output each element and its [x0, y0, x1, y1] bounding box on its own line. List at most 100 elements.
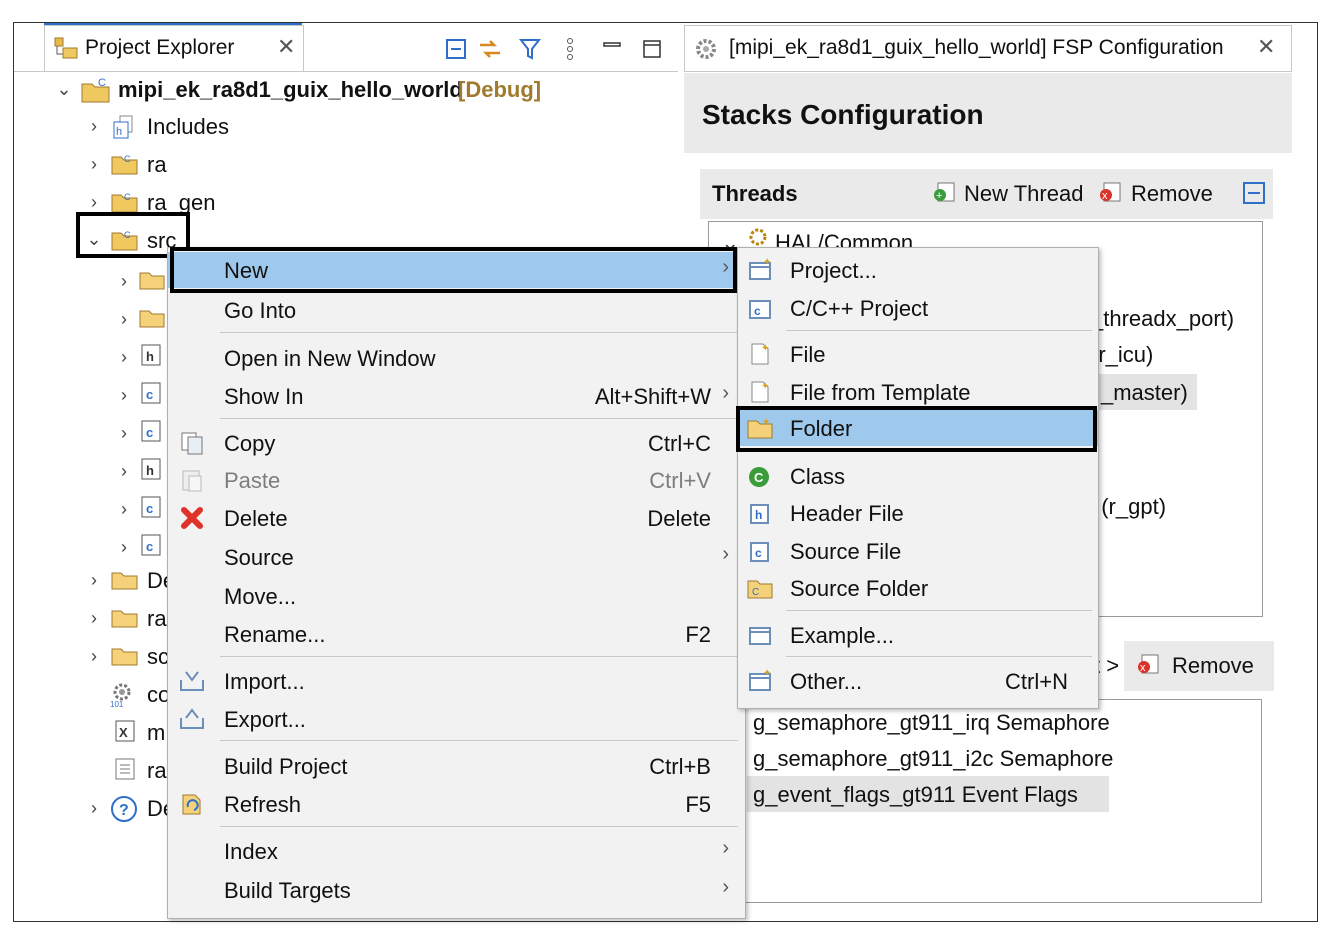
menu-item-label: Export...	[224, 707, 306, 732]
chevron-right-icon[interactable]: ›	[86, 608, 102, 628]
chevron-right-icon[interactable]: ›	[116, 271, 132, 291]
close-icon[interactable]: ✕	[1257, 34, 1275, 60]
menu-item-go-into[interactable]: Go Into	[168, 292, 745, 328]
c-project-icon: C	[80, 77, 112, 110]
chevron-right-icon[interactable]: ›	[116, 347, 132, 367]
menu-item-source[interactable]: Source ›	[168, 539, 745, 575]
tree-item-partial[interactable]: ra	[14, 755, 174, 785]
chevron-down-icon[interactable]: ⌄	[56, 79, 72, 99]
gear-icon: 101	[108, 680, 136, 714]
submenu-item-header-file[interactable]: h Header File	[738, 495, 1098, 531]
menu-item-open-new-window[interactable]: Open in New Window	[168, 340, 745, 376]
filter-icon[interactable]	[516, 35, 544, 63]
menu-item-import[interactable]: Import...	[168, 663, 745, 699]
chevron-right-icon[interactable]: ›	[86, 798, 102, 818]
wizard-icon: ✦	[746, 667, 774, 695]
tree-item-ra[interactable]: › C ra	[14, 149, 614, 179]
menu-item-index[interactable]: Index ›	[168, 833, 745, 869]
menu-item-refresh[interactable]: Refresh F5	[168, 786, 745, 822]
header-file-icon: h	[746, 499, 774, 527]
chevron-right-icon[interactable]: ›	[86, 154, 102, 174]
stack-item-partial[interactable]: / (r_gpt)	[1089, 494, 1166, 520]
tree-item-partial[interactable]: X m	[14, 717, 174, 747]
svg-text:C: C	[752, 587, 759, 598]
new-file-icon: ✦	[746, 378, 774, 406]
submenu-item-project[interactable]: ✦ Project...	[738, 252, 1098, 288]
tree-item-partial[interactable]: › sc	[14, 641, 174, 671]
c-project-icon: c	[746, 294, 774, 322]
menu-item-label: Source	[224, 545, 294, 570]
maximize-icon[interactable]	[638, 35, 666, 63]
menu-item-build-targets[interactable]: Build Targets ›	[168, 872, 745, 908]
chevron-right-icon[interactable]: ›	[86, 116, 102, 136]
submenu-item-source-file[interactable]: c Source File	[738, 533, 1098, 569]
menu-item-label: Open in New Window	[224, 346, 436, 371]
submenu-item-file[interactable]: ✦ File	[738, 336, 1098, 372]
chevron-right-icon[interactable]: ›	[86, 192, 102, 212]
menu-item-label: Delete	[224, 506, 288, 531]
stack-item-partial[interactable]: _threadx_port)	[1091, 306, 1234, 332]
tab-project-explorer[interactable]: Project Explorer ✕	[44, 25, 304, 72]
objects-toolbar: t > x Remove	[1094, 641, 1274, 691]
stack-item-partial[interactable]: (r_icu)	[1091, 342, 1153, 368]
list-item[interactable]: g_event_flags_gt911 Event Flags	[753, 782, 1078, 808]
menu-item-delete[interactable]: Delete Delete	[168, 500, 745, 536]
tree-item-partial[interactable]: › De	[14, 565, 175, 595]
stack-item-partial[interactable]: _master)	[1101, 380, 1188, 406]
svg-text:h: h	[146, 349, 154, 364]
submenu-item-example[interactable]: Example...	[738, 617, 1098, 653]
import-icon	[178, 667, 206, 695]
tree-item-partial[interactable]: › ? De	[14, 793, 175, 823]
submenu-item-cpp-project[interactable]: c C/C++ Project	[738, 290, 1098, 326]
source-file-icon: c	[746, 537, 774, 565]
example-icon	[746, 621, 774, 649]
menu-item-paste[interactable]: Paste Ctrl+V	[168, 462, 745, 498]
chevron-right-icon[interactable]: ›	[116, 499, 132, 519]
remove-object-button[interactable]: Remove	[1172, 653, 1254, 679]
menu-item-show-in[interactable]: Show In Alt+Shift+W ›	[168, 378, 745, 414]
submenu-item-class[interactable]: C Class	[738, 458, 1098, 494]
project-root[interactable]: ⌄ C mipi_ek_ra8d1_guix_hello_world [Debu…	[14, 75, 614, 105]
list-item[interactable]: g_semaphore_gt911_irq Semaphore	[753, 710, 1110, 736]
chevron-right-icon[interactable]: ›	[116, 385, 132, 405]
chevron-right-icon[interactable]: ›	[116, 309, 132, 329]
menu-item-copy[interactable]: Copy Ctrl+C	[168, 425, 745, 461]
menu-item-build-project[interactable]: Build Project Ctrl+B	[168, 748, 745, 784]
menu-item-export[interactable]: Export...	[168, 701, 745, 737]
menu-item-rename[interactable]: Rename... F2	[168, 616, 745, 652]
xml-file-icon: X	[114, 719, 136, 749]
collapse-all-icon[interactable]	[442, 35, 470, 63]
list-item[interactable]: g_semaphore_gt911_i2c Semaphore	[753, 746, 1113, 772]
svg-text:c: c	[146, 539, 153, 554]
chevron-right-icon[interactable]: ›	[86, 570, 102, 590]
chevron-right-icon[interactable]: ›	[86, 646, 102, 666]
stacks-header: Stacks Configuration	[684, 73, 1292, 153]
tree-item-partial[interactable]: 101 co	[14, 679, 174, 709]
submenu-item-source-folder[interactable]: C Source Folder	[738, 570, 1098, 606]
view-menu-icon[interactable]	[556, 35, 584, 63]
link-with-editor-icon[interactable]	[476, 35, 504, 63]
menu-item-label: Build Project	[224, 754, 348, 779]
svg-text:+: +	[936, 190, 942, 202]
menu-separator	[220, 740, 738, 741]
submenu-item-file-from-template[interactable]: ✦ File from Template	[738, 374, 1098, 410]
menu-separator	[220, 656, 738, 657]
copy-icon	[178, 429, 206, 457]
minimize-icon[interactable]	[598, 35, 626, 63]
folder-icon	[138, 269, 166, 297]
submenu-item-other[interactable]: ✦ Other... Ctrl+N	[738, 663, 1098, 699]
chevron-right-icon[interactable]: ›	[116, 461, 132, 481]
chevron-right-icon[interactable]: ›	[116, 423, 132, 443]
menu-item-move[interactable]: Move...	[168, 578, 745, 614]
close-icon[interactable]: ✕	[277, 34, 295, 60]
chevron-right-icon: ›	[722, 543, 729, 565]
collapse-icon[interactable]	[1242, 181, 1266, 211]
tree-item-partial[interactable]: › ra	[14, 603, 174, 633]
tree-item-includes[interactable]: › h Includes	[14, 111, 614, 141]
folder-icon	[110, 607, 140, 635]
chevron-right-icon[interactable]: ›	[116, 537, 132, 557]
project-name: mipi_ek_ra8d1_guix_hello_world	[118, 77, 463, 102]
new-thread-button[interactable]: New Thread	[964, 181, 1083, 207]
remove-thread-button[interactable]: Remove	[1131, 181, 1213, 207]
tab-fsp-configuration[interactable]: [mipi_ek_ra8d1_guix_hello_world] FSP Con…	[684, 25, 1292, 72]
